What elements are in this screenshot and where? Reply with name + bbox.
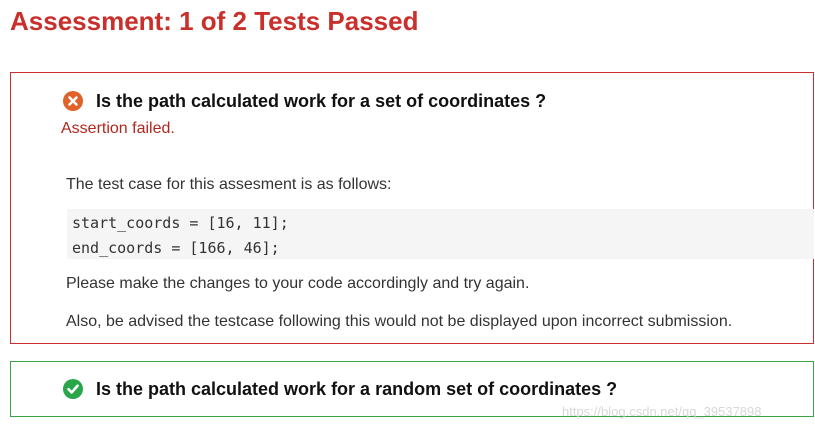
code-block: start_coords = [16, 11]; end_coords = [1… (67, 209, 814, 259)
notice-text: Also, be advised the testcase following … (66, 313, 733, 330)
test-question[interactable]: Is the path calculated work for a set of… (96, 91, 546, 112)
check-circle-icon (63, 379, 83, 399)
failed-test-card: Is the path calculated work for a set of… (10, 72, 814, 344)
test-case-intro: The test case for this assesment is as f… (66, 176, 392, 193)
assertion-message: Assertion failed. (61, 120, 175, 137)
code-line: start_coords = [16, 11]; (72, 214, 289, 232)
x-circle-icon (63, 91, 83, 111)
test-question[interactable]: Is the path calculated work for a random… (96, 379, 617, 400)
advice-text: Please make the changes to your code acc… (66, 275, 530, 292)
page-title: Assessment: 1 of 2 Tests Passed (10, 6, 419, 36)
watermark: https://blog.csdn.net/qq_39537898 (562, 404, 762, 419)
code-line: end_coords = [166, 46]; (72, 239, 280, 257)
